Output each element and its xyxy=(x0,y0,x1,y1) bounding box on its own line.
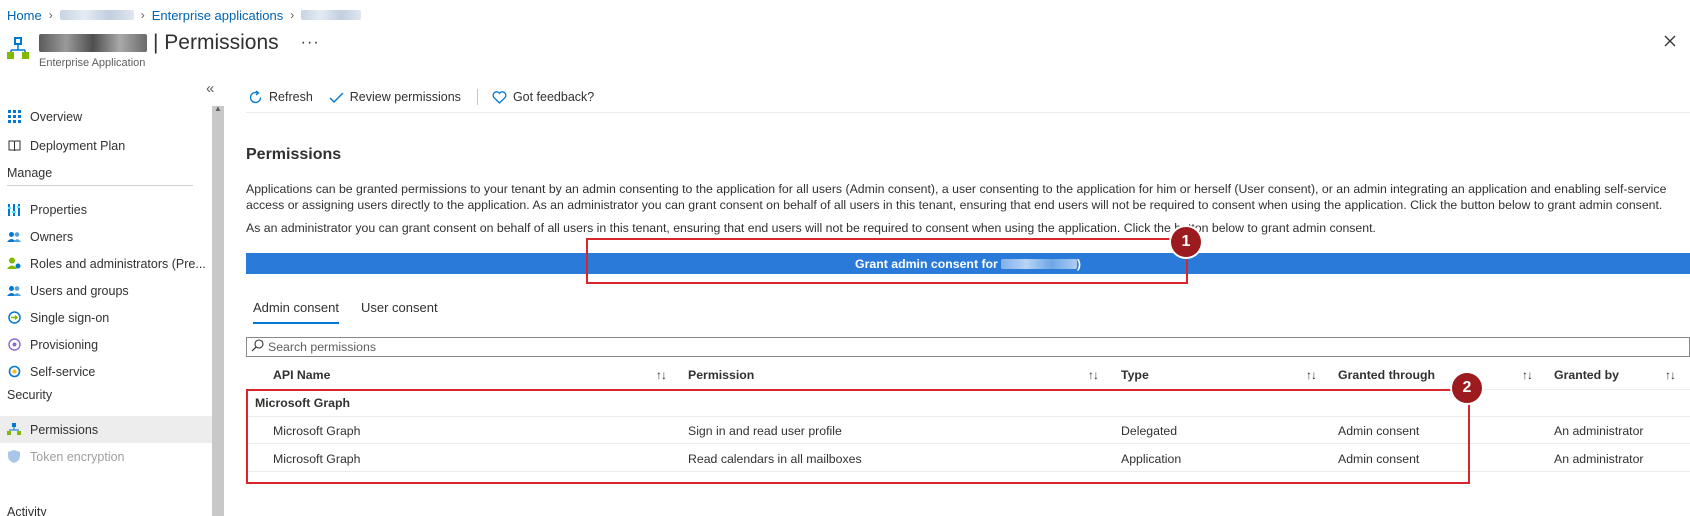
more-options-button[interactable]: ··· xyxy=(301,34,320,52)
column-header-granted-by[interactable]: Granted by xyxy=(1554,366,1619,384)
heart-icon xyxy=(492,90,507,104)
callout-badge-1: 1 xyxy=(1171,227,1201,257)
collapse-sidebar-icon[interactable]: « xyxy=(206,80,214,97)
column-header-api-name[interactable]: API Name xyxy=(273,366,330,384)
sidebar-item-properties[interactable]: Properties xyxy=(0,196,212,223)
properties-icon xyxy=(7,203,21,217)
sidebar-item-label: Owners xyxy=(30,229,74,244)
section-title: Permissions xyxy=(246,146,342,163)
page-subtitle: Enterprise Application xyxy=(39,57,146,69)
enterprise-app-icon xyxy=(7,36,29,60)
self-service-icon xyxy=(7,365,21,379)
callout-badge-2: 2 xyxy=(1452,373,1482,403)
breadcrumb-enterprise-apps[interactable]: Enterprise applications xyxy=(152,8,284,23)
command-bar: Refresh Review permissions Got feedback? xyxy=(248,86,610,108)
sidebar-section-manage: Manage xyxy=(7,166,193,186)
sidebar-item-users-and-groups[interactable]: Users and groups xyxy=(0,277,212,304)
sidebar-item-deployment-plan[interactable]: Deployment Plan xyxy=(0,132,212,159)
refresh-label: Refresh xyxy=(269,90,313,104)
description-paragraph: Applications can be granted permissions … xyxy=(246,182,1667,212)
breadcrumb-tenant-redacted[interactable] xyxy=(59,10,134,20)
sidebar-section-activity: Activity xyxy=(7,505,47,516)
cell-granted-by: An administrator xyxy=(1554,452,1644,466)
sidebar-item-label: Roles and administrators (Pre... xyxy=(30,256,206,271)
page-header: | Permissions ··· Enterprise Application xyxy=(7,30,320,69)
description-paragraph-2: As an administrator you can grant consen… xyxy=(246,221,1376,235)
sidebar-item-overview[interactable]: Overview xyxy=(0,103,212,130)
sort-icon[interactable]: ↑↓ xyxy=(656,366,667,384)
cell-granted-by: An administrator xyxy=(1554,424,1644,438)
app-name-redacted xyxy=(39,34,147,52)
refresh-icon xyxy=(248,89,263,105)
sidebar-item-single-sign-on[interactable]: Single sign-on xyxy=(0,304,212,331)
review-permissions-button[interactable]: Review permissions xyxy=(329,90,461,104)
page-title: | Permissions xyxy=(153,31,279,54)
sidebar-section-security: Security xyxy=(7,388,53,402)
permissions-icon xyxy=(7,423,21,437)
sort-icon[interactable]: ↑↓ xyxy=(1665,366,1676,384)
sidebar-item-label: Overview xyxy=(30,109,83,124)
sidebar-item-provisioning[interactable]: Provisioning xyxy=(0,331,212,358)
sidebar-item-label: Permissions xyxy=(30,422,99,437)
sso-icon xyxy=(7,311,21,325)
chevron-right-icon: › xyxy=(48,8,53,22)
sidebar-scrollbar[interactable] xyxy=(212,106,224,516)
column-header-granted-through[interactable]: Granted through xyxy=(1338,366,1435,384)
breadcrumb-home[interactable]: Home xyxy=(7,8,42,23)
column-header-type[interactable]: Type xyxy=(1121,366,1149,384)
tab-admin-consent[interactable]: Admin consent xyxy=(253,300,339,324)
search-icon xyxy=(251,339,264,355)
highlight-box-1 xyxy=(586,238,1188,284)
sidebar-item-label: Provisioning xyxy=(30,337,99,352)
sidebar-item-label: Properties xyxy=(30,202,87,217)
toolbar-divider xyxy=(476,89,478,105)
chevron-right-icon: › xyxy=(140,8,145,22)
users-icon xyxy=(7,230,21,244)
sort-icon[interactable]: ↑↓ xyxy=(1522,366,1533,384)
sidebar-item-self-service[interactable]: Self-service xyxy=(0,358,212,385)
grid-icon xyxy=(7,110,21,124)
sidebar-item-token-encryption[interactable]: Token encryption xyxy=(0,443,212,470)
feedback-button[interactable]: Got feedback? xyxy=(492,90,594,104)
breadcrumb: Home › › Enterprise applications › xyxy=(7,7,362,23)
shield-icon xyxy=(7,450,21,464)
close-icon[interactable] xyxy=(1662,33,1678,49)
sidebar-item-label: Token encryption xyxy=(30,449,125,464)
sidebar-item-owners[interactable]: Owners xyxy=(0,223,212,250)
consent-tabs: Admin consent User consent xyxy=(253,300,460,324)
search-box[interactable] xyxy=(246,337,1690,357)
search-input[interactable] xyxy=(268,340,868,354)
sidebar-item-label: Users and groups xyxy=(30,283,129,298)
highlight-box-2 xyxy=(246,389,1470,484)
refresh-button[interactable]: Refresh xyxy=(248,89,313,105)
sort-icon[interactable]: ↑↓ xyxy=(1306,366,1317,384)
sidebar-item-label: Self-service xyxy=(30,364,96,379)
sidebar-item-label: Deployment Plan xyxy=(30,138,126,153)
sort-icon[interactable]: ↑↓ xyxy=(1088,366,1099,384)
feedback-label: Got feedback? xyxy=(512,90,595,104)
sidebar-item-label: Single sign-on xyxy=(30,310,110,325)
roles-icon xyxy=(7,257,21,271)
tab-user-consent[interactable]: User consent xyxy=(361,300,438,324)
column-header-permission[interactable]: Permission xyxy=(688,366,754,384)
provisioning-icon xyxy=(7,338,21,352)
sidebar-item-roles[interactable]: Roles and administrators (Pre... xyxy=(0,250,212,277)
scroll-up-icon[interactable]: ▲ xyxy=(214,104,222,113)
sidebar-item-permissions[interactable]: Permissions xyxy=(0,416,212,443)
review-permissions-label: Review permissions xyxy=(349,90,461,104)
breadcrumb-app-redacted[interactable] xyxy=(301,10,362,20)
users-groups-icon xyxy=(7,284,21,298)
book-icon xyxy=(7,139,21,153)
checkmark-icon xyxy=(329,91,344,104)
chevron-right-icon: › xyxy=(290,8,295,22)
toolbar-divider-line xyxy=(246,112,1690,113)
